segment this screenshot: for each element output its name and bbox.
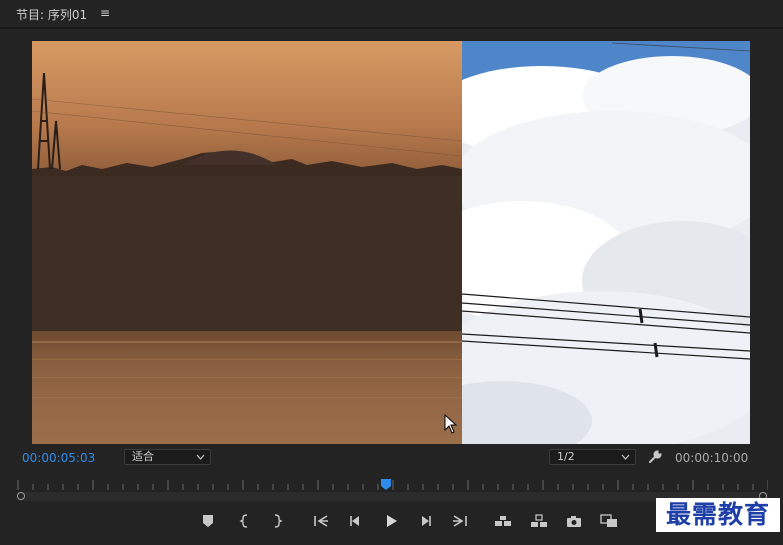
mark-in-button[interactable] xyxy=(236,513,254,529)
panel-divider xyxy=(0,27,783,29)
playhead-icon[interactable] xyxy=(380,478,392,492)
program-monitor-panel: 节目: 序列01 ≡ 00:00:05:03 适合 1/2 00:00:10:0… xyxy=(0,0,783,545)
wrench-icon[interactable] xyxy=(648,449,663,464)
step-back-button[interactable] xyxy=(346,513,364,529)
zoom-level-value: 适合 xyxy=(132,450,154,463)
scrollbar-left-handle[interactable] xyxy=(17,492,25,500)
mark-out-icon xyxy=(274,514,283,528)
hamburger-menu-icon[interactable]: ≡ xyxy=(100,6,110,20)
go-to-out-icon xyxy=(453,515,467,527)
current-timecode[interactable]: 00:00:05:03 xyxy=(22,451,95,465)
comparison-view-button[interactable] xyxy=(600,513,618,529)
clouds-power-lines-image xyxy=(462,41,750,444)
total-duration: 00:00:10:00 xyxy=(675,451,749,465)
mark-out-button[interactable] xyxy=(268,513,286,529)
go-to-out-button[interactable] xyxy=(451,513,469,529)
chevron-down-icon xyxy=(196,454,205,460)
export-frame-button[interactable] xyxy=(565,513,583,529)
extract-icon xyxy=(531,514,547,527)
step-back-icon xyxy=(350,516,359,526)
add-marker-button[interactable] xyxy=(199,513,217,529)
step-forward-button[interactable] xyxy=(417,513,435,529)
video-preview[interactable] xyxy=(32,41,750,444)
watermark-logo: 最需教育 xyxy=(656,498,780,532)
mouse-cursor-icon xyxy=(444,414,458,434)
lift-icon xyxy=(495,516,511,526)
zoom-level-dropdown[interactable]: 适合 xyxy=(124,449,211,465)
panel-title[interactable]: 节目: 序列01 xyxy=(16,6,87,23)
add-marker-icon xyxy=(203,515,213,527)
export-frame-icon xyxy=(567,516,581,527)
playback-resolution-dropdown[interactable]: 1/2 xyxy=(549,449,636,465)
lift-button[interactable] xyxy=(494,513,512,529)
comparison-view-icon xyxy=(600,514,617,527)
resolution-value: 1/2 xyxy=(557,450,575,463)
mark-in-icon xyxy=(239,514,248,528)
chevron-down-icon xyxy=(621,454,630,460)
play-button[interactable] xyxy=(382,513,400,529)
go-to-in-button[interactable] xyxy=(312,513,330,529)
go-to-in-icon xyxy=(314,515,328,527)
step-forward-icon xyxy=(422,516,431,526)
play-icon xyxy=(387,515,397,527)
time-ruler[interactable] xyxy=(16,476,768,492)
extract-button[interactable] xyxy=(530,513,548,529)
sunset-lake-silhouette-image xyxy=(32,41,462,444)
